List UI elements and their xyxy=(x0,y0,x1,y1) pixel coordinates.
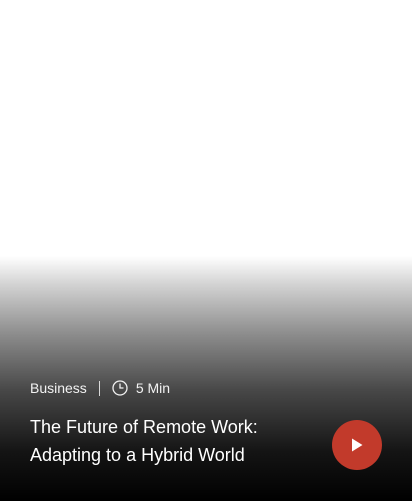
clock-icon xyxy=(112,380,128,396)
article-card[interactable]: Business 5 Min The Future of Remote Work… xyxy=(0,0,412,501)
read-time-label: 5 Min xyxy=(135,380,171,396)
article-meta: Business 5 Min xyxy=(30,378,170,398)
category-label: Business xyxy=(30,380,87,396)
article-title-line-2: Adapting to a Hybrid World xyxy=(30,445,245,465)
play-icon xyxy=(350,437,364,453)
meta-divider xyxy=(98,380,100,396)
article-title[interactable]: The Future of Remote Work: Adapting to a… xyxy=(30,413,310,469)
play-button[interactable] xyxy=(332,420,382,470)
article-title-line-1: The Future of Remote Work: xyxy=(30,417,258,437)
